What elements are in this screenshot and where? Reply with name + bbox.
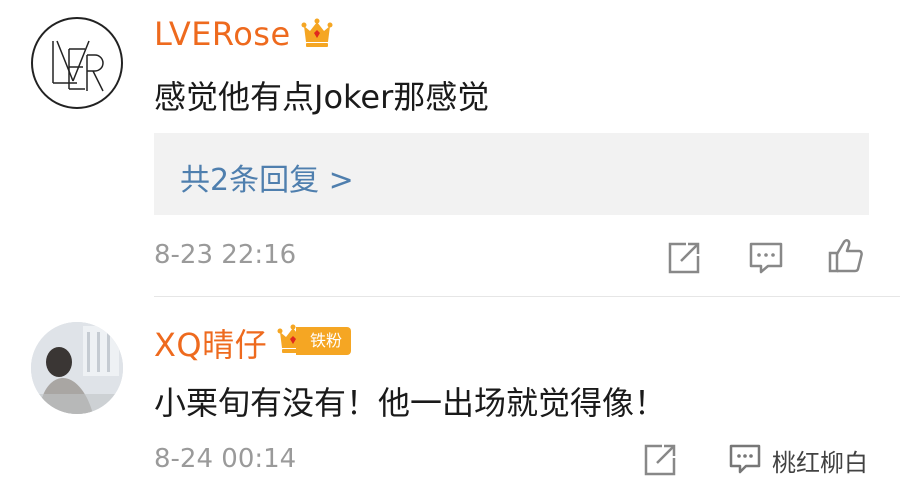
avatar[interactable] <box>31 322 123 414</box>
comment-text: 小栗旬有没有！他一出场就觉得像！ <box>154 384 667 422</box>
comment-icon[interactable] <box>746 238 786 278</box>
comment-text: 感觉他有点Joker那感觉 <box>154 78 490 116</box>
username[interactable]: XQ晴仔 <box>154 320 267 366</box>
avatar[interactable] <box>31 17 123 109</box>
wechat-icon <box>729 444 761 474</box>
share-icon[interactable] <box>640 440 680 480</box>
timestamp: 8-23 22:16 <box>154 240 297 270</box>
watermark-text: 桃红柳白 <box>772 448 868 477</box>
avatar-monogram-icon <box>52 40 104 92</box>
watermark: 桃红柳白 <box>726 440 868 480</box>
timestamp: 8-24 00:14 <box>154 444 297 474</box>
share-icon[interactable] <box>664 238 704 278</box>
fan-badge: 铁粉 <box>296 327 352 355</box>
view-replies-link[interactable]: 共2条回复 > <box>180 155 354 199</box>
like-icon[interactable] <box>826 236 866 276</box>
replies-box[interactable]: 共2条回复 > <box>154 133 869 215</box>
username[interactable]: LVERose <box>154 15 291 53</box>
avatar-photo-icon <box>31 322 123 414</box>
comment-item: LVERose 感觉他有点Joker那感觉 共2条回复 > 8-23 22:16 <box>0 0 900 296</box>
crown-icon <box>301 18 333 47</box>
